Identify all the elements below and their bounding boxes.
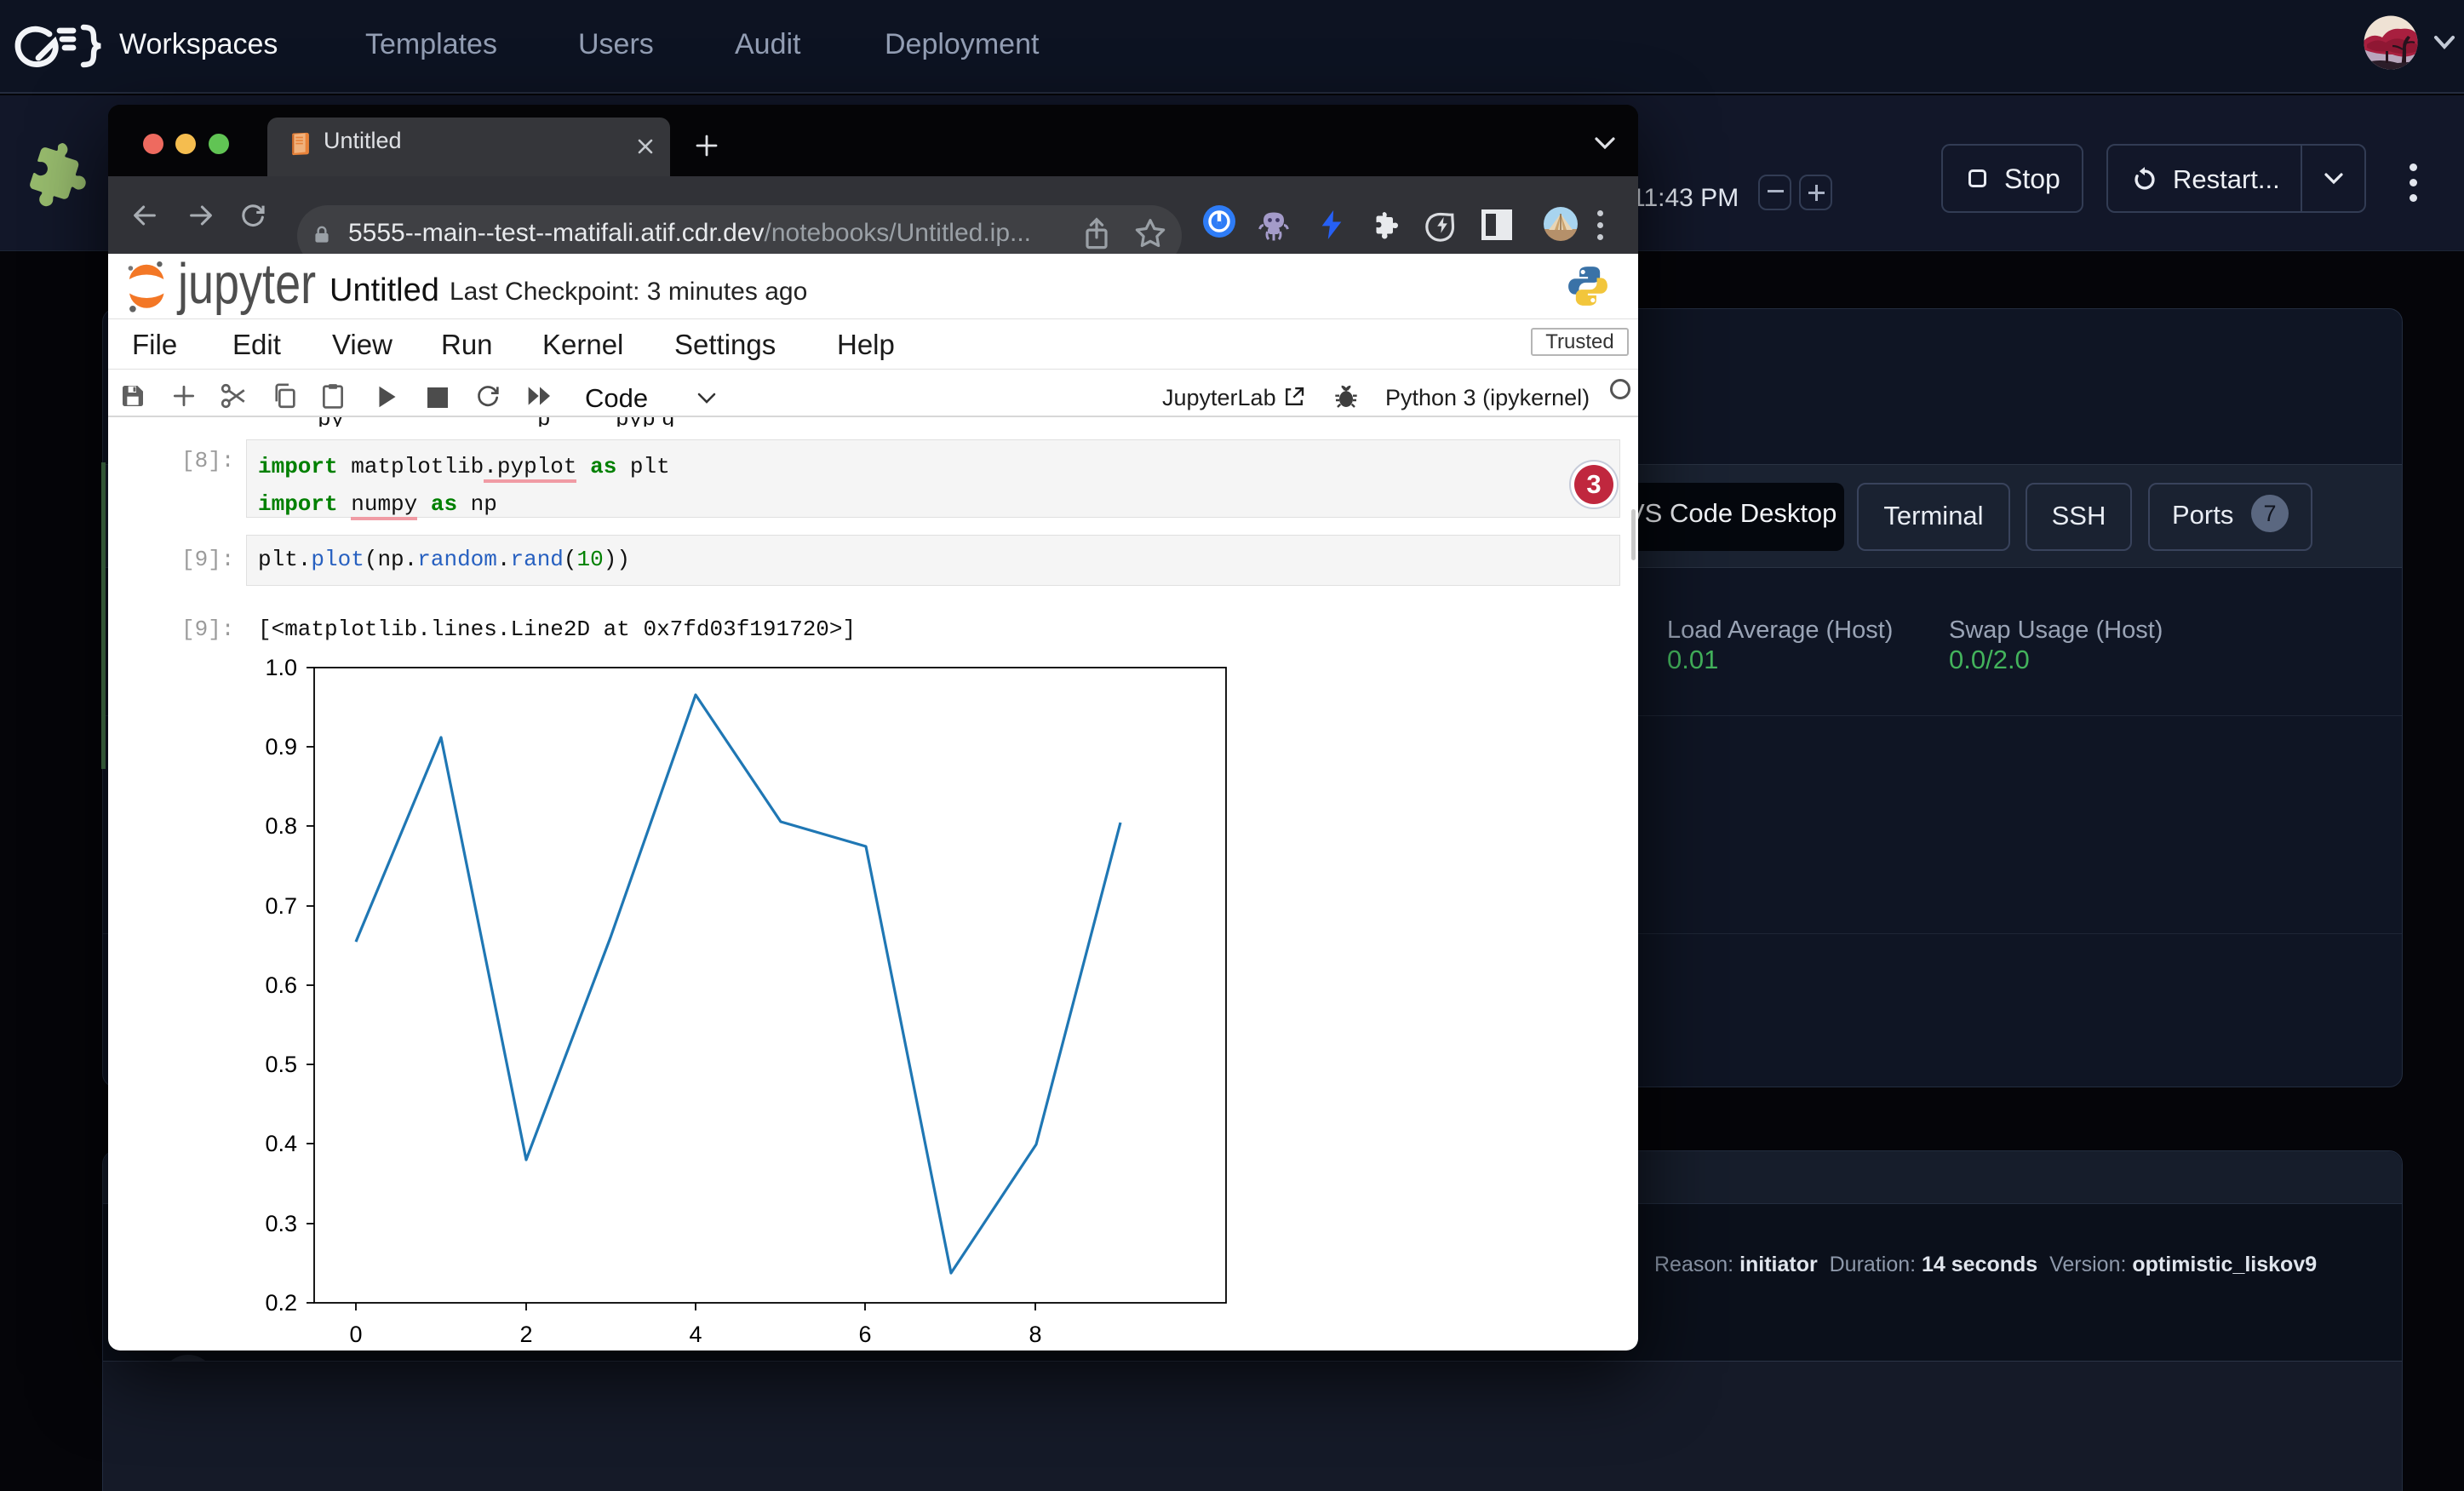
svg-text:0.5: 0.5 — [265, 1052, 297, 1077]
svg-text:0.6: 0.6 — [265, 972, 297, 998]
svg-text:0.8: 0.8 — [265, 813, 297, 839]
svg-text:4: 4 — [689, 1322, 702, 1347]
svg-text:2: 2 — [519, 1322, 532, 1347]
svg-text:0: 0 — [349, 1322, 362, 1347]
svg-text:0.7: 0.7 — [265, 893, 297, 919]
svg-text:0.2: 0.2 — [265, 1290, 297, 1316]
svg-text:0.4: 0.4 — [265, 1131, 297, 1156]
svg-text:0.3: 0.3 — [265, 1211, 297, 1236]
svg-text:8: 8 — [1029, 1322, 1041, 1347]
svg-text:0.9: 0.9 — [265, 734, 297, 760]
svg-text:6: 6 — [858, 1322, 871, 1347]
svg-text:1.0: 1.0 — [265, 655, 297, 680]
